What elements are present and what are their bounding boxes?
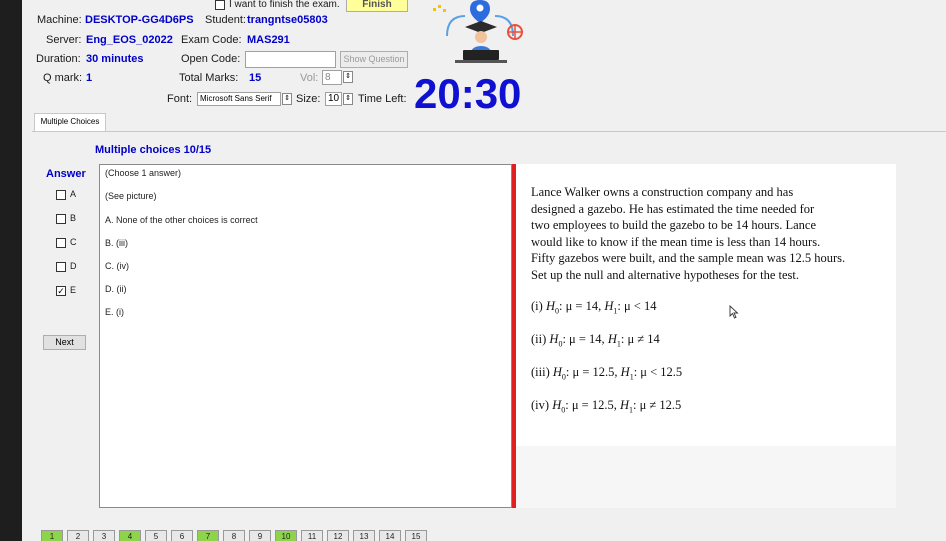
- page-button-4[interactable]: 4: [119, 530, 141, 541]
- server-label: Server:: [46, 34, 82, 46]
- font-spinner[interactable]: ⇕: [282, 93, 292, 105]
- answer-checkbox-d[interactable]: [56, 262, 66, 272]
- finish-button[interactable]: Finish: [346, 0, 408, 12]
- page-button-12[interactable]: 12: [327, 530, 349, 541]
- question-header: Multiple choices 10/15: [95, 144, 212, 156]
- checkmark-icon: ✓: [57, 286, 65, 296]
- paragraph-line: Fifty gazebos were built, and the sample…: [531, 251, 846, 265]
- finish-checkbox-label: I want to finish the exam.: [229, 0, 340, 10]
- choice-line: (See picture): [105, 191, 157, 201]
- duration-value: 30 minutes: [86, 53, 144, 65]
- page-button-10[interactable]: 10: [275, 530, 297, 541]
- page-button-3[interactable]: 3: [93, 530, 115, 541]
- page-button-6[interactable]: 6: [171, 530, 193, 541]
- paragraph-line: would like to know if the mean time is l…: [531, 234, 821, 249]
- finish-checkbox[interactable]: [215, 0, 225, 10]
- page-button-2[interactable]: 2: [67, 530, 89, 541]
- hypothesis-ii: (ii) H0: μ = 14, H1: μ ≠ 14: [531, 332, 660, 349]
- choice-line: E. (i): [105, 307, 124, 317]
- timer: 20:30: [414, 70, 522, 117]
- show-question-button[interactable]: Show Question: [340, 51, 408, 68]
- next-button[interactable]: Next: [43, 335, 86, 350]
- hypothesis-iii: (iii) H0: μ = 12.5, H1: μ < 12.5: [531, 365, 683, 382]
- open-code-input[interactable]: [245, 51, 336, 68]
- paragraph-line: Lance Walker owns a construction company…: [531, 185, 794, 199]
- size-spinner[interactable]: ⇕: [343, 93, 353, 105]
- open-code-label: Open Code:: [181, 53, 241, 65]
- answer-checkbox-c[interactable]: [56, 238, 66, 248]
- font-label: Font:: [167, 93, 193, 105]
- size-input[interactable]: 10: [325, 92, 342, 106]
- hypothesis-iv: (iv) H0: μ = 12.5, H1: μ ≠ 12.5: [531, 398, 682, 415]
- page-button-7[interactable]: 7: [197, 530, 219, 541]
- graduate-laptop-icon: [433, 0, 523, 63]
- vol-spinner[interactable]: ⇕: [343, 71, 353, 83]
- machine-value: DESKTOP-GG4D6PS: [85, 14, 194, 26]
- total-marks-label: Total Marks:: [179, 72, 239, 84]
- choice-line: B. (iii): [105, 238, 128, 248]
- student-value: trangntse05803: [247, 14, 328, 26]
- page-button-11[interactable]: 11: [301, 530, 323, 541]
- exam-code-label: Exam Code:: [181, 34, 242, 46]
- page-button-8[interactable]: 8: [223, 530, 245, 541]
- choice-line: (Choose 1 answer): [105, 168, 182, 178]
- question-paragraph: Lance Walker owns a construction company…: [531, 184, 845, 283]
- total-marks-value: 15: [249, 72, 262, 84]
- time-left-label: Time Left:: [358, 93, 407, 105]
- page-button-13[interactable]: 13: [353, 530, 375, 541]
- vol-input[interactable]: 8: [322, 70, 342, 85]
- page-button-9[interactable]: 9: [249, 530, 271, 541]
- answer-label-b: B: [70, 213, 77, 223]
- size-label: Size:: [296, 93, 321, 105]
- answer-checkbox-e[interactable]: ✓: [56, 286, 66, 296]
- page-button-1[interactable]: 1: [41, 530, 63, 541]
- page-button-15[interactable]: 15: [405, 530, 427, 541]
- qmark-label: Q mark:: [43, 72, 83, 84]
- answer-label: Answer: [46, 168, 86, 180]
- question-image: Lance Walker owns a construction company…: [516, 164, 896, 446]
- page-button-14[interactable]: 14: [379, 530, 401, 541]
- question-picture-panel: Lance Walker owns a construction company…: [516, 164, 946, 508]
- exam-code-value: MAS291: [247, 34, 290, 46]
- answer-label-d: D: [70, 261, 77, 271]
- vol-label: Vol:: [300, 72, 319, 84]
- mouse-pointer-icon: [729, 305, 739, 319]
- answer-label-a: A: [70, 189, 77, 199]
- hypothesis-i: (i) H0: μ = 14, H1: μ < 14: [531, 299, 657, 316]
- tab-multiple-choices[interactable]: Multiple Choices: [34, 113, 106, 132]
- duration-label: Duration:: [36, 53, 81, 65]
- page-button-5[interactable]: 5: [145, 530, 167, 541]
- server-value: Eng_EOS_02022: [86, 34, 173, 46]
- answer-label-c: C: [70, 237, 77, 247]
- student-label: Student:: [205, 14, 246, 26]
- choice-line: D. (ii): [105, 284, 127, 294]
- choices-panel[interactable]: (Choose 1 answer) (See picture) A. None …: [99, 164, 512, 508]
- answer-label-e: E: [70, 285, 77, 295]
- choice-line: A. None of the other choices is correct: [105, 215, 258, 225]
- choice-line: C. (iv): [105, 261, 129, 271]
- font-select[interactable]: Microsoft Sans Serif: [197, 92, 281, 106]
- paragraph-line: Set up the null and alternative hypothes…: [531, 267, 799, 282]
- answer-checkbox-b[interactable]: [56, 214, 66, 224]
- paragraph-line: designed a gazebo. He has estimated the …: [531, 201, 815, 216]
- machine-label: Machine:: [37, 14, 82, 26]
- paragraph-line: two employees to build the gazebo to be …: [531, 218, 816, 232]
- qmark-value: 1: [86, 72, 93, 84]
- tab-divider: [32, 131, 946, 132]
- answer-checkbox-a[interactable]: [56, 190, 66, 200]
- exam-window: I want to finish the exam. Finish Machin…: [22, 0, 946, 541]
